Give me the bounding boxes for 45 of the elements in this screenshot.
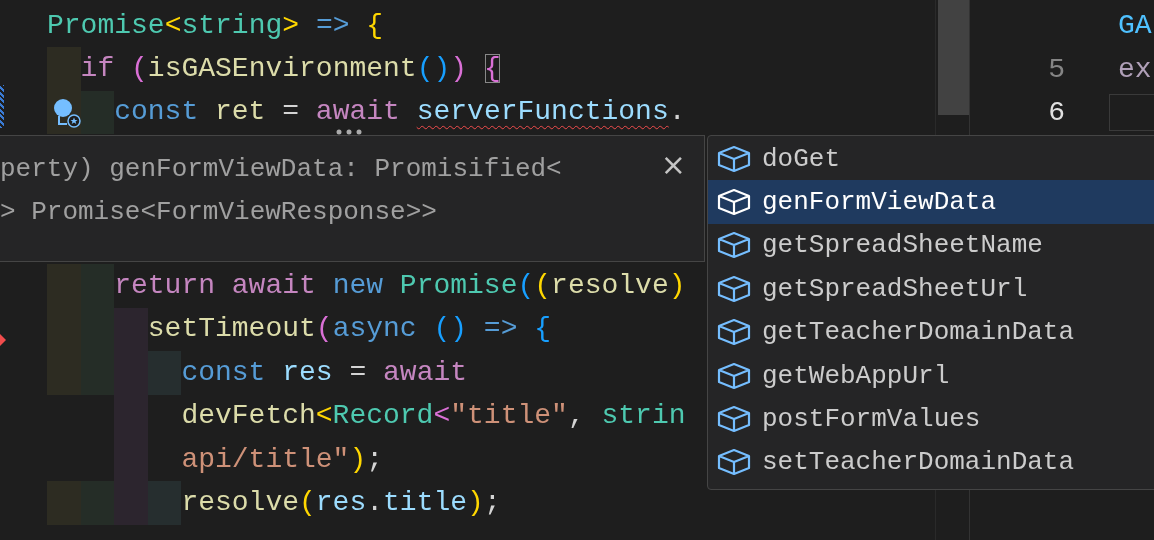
suggestion-item[interactable]: postFormValues bbox=[708, 397, 1154, 441]
cube-icon bbox=[716, 404, 752, 435]
code-line: setTimeout(async () => { bbox=[147, 314, 552, 345]
cube-icon bbox=[716, 230, 752, 261]
suggestion-item[interactable]: getSpreadSheetName bbox=[708, 223, 1154, 268]
type-signature-text: > Promise<FormViewResponse>> bbox=[0, 196, 437, 229]
close-button[interactable]: × bbox=[656, 150, 690, 180]
code-line: resolve(res.title); bbox=[181, 488, 501, 518]
cube-icon bbox=[716, 447, 752, 478]
code-line: devFetch<Record<"title", strin bbox=[181, 401, 686, 432]
suggestion-label: getSpreadSheetUrl bbox=[762, 273, 1028, 304]
code-line: if (isGASEnvironment()) { bbox=[80, 54, 501, 85]
type-signature-text: perty) genFormViewData: Promisified< bbox=[0, 153, 562, 186]
cube-icon bbox=[716, 317, 752, 348]
suggestion-item[interactable]: genFormViewData bbox=[708, 180, 1154, 224]
code-line: return await new Promise((resolve) bbox=[114, 271, 686, 302]
code-line: const res = await bbox=[181, 357, 468, 388]
suggestion-label: getWebAppUrl bbox=[762, 360, 950, 391]
suggestion-label: getTeacherDomainData bbox=[762, 317, 1075, 348]
line-number: 5 bbox=[1047, 53, 1065, 85]
cube-icon bbox=[716, 187, 752, 218]
ellipsis-icon bbox=[336, 128, 362, 135]
suggestion-label: getSpreadSheetName bbox=[762, 230, 1043, 261]
suggestion-label: doGet bbox=[762, 143, 840, 174]
code-line: GA bbox=[1118, 10, 1152, 42]
suggestion-item[interactable]: doGet bbox=[708, 137, 1154, 181]
current-line-highlight bbox=[1109, 93, 1154, 132]
suggestion-item[interactable]: getTeacherDomainData bbox=[708, 310, 1154, 354]
code-line: Promise<string> => { bbox=[47, 10, 384, 41]
cube-icon bbox=[716, 360, 752, 391]
cube-icon bbox=[716, 273, 752, 304]
arrow-icon bbox=[0, 333, 6, 346]
code-line: ex bbox=[1118, 53, 1152, 85]
code-line: const ret = await serverFunctions. bbox=[114, 97, 686, 128]
line-number: 6 bbox=[1047, 96, 1065, 128]
suggestion-label: genFormViewData bbox=[762, 187, 997, 218]
suggestion-label: postFormValues bbox=[762, 404, 981, 435]
suggestion-item[interactable]: getWebAppUrl bbox=[708, 353, 1154, 398]
cube-icon bbox=[716, 143, 752, 174]
code-line: api/title"); bbox=[181, 444, 384, 475]
suggestion-label: setTeacherDomainData bbox=[762, 447, 1075, 478]
change-marker bbox=[0, 84, 4, 129]
suggestion-item[interactable]: setTeacherDomainData bbox=[708, 440, 1154, 485]
scrollbar-thumb[interactable] bbox=[938, 0, 969, 115]
suggestion-item[interactable]: getSpreadSheetUrl bbox=[708, 267, 1154, 311]
